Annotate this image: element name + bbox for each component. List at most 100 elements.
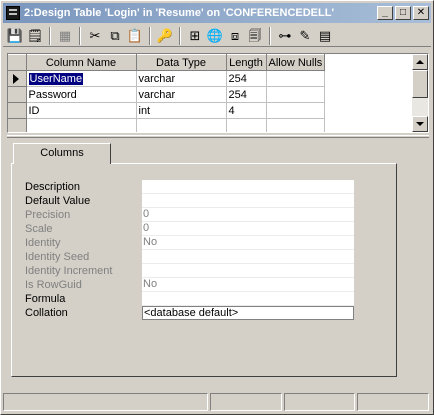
column-header-type[interactable]: Data Type <box>136 54 227 71</box>
property-label: Collation <box>25 307 68 319</box>
save-icon[interactable]: 💾 <box>5 26 25 46</box>
property-row-collation: Collation <database default> <box>25 306 355 320</box>
status-pane <box>357 393 429 411</box>
pane-splitter[interactable] <box>7 135 429 138</box>
close-button[interactable]: ✕ <box>413 6 429 20</box>
toolbar-separator <box>149 26 151 45</box>
copy-icon[interactable]: ⧉ <box>105 26 125 46</box>
formula-field[interactable] <box>142 292 354 306</box>
cut-icon[interactable]: ✂ <box>85 26 105 46</box>
tab-columns[interactable]: Columns <box>13 143 111 164</box>
table-row[interactable]: ID int 4 <box>8 102 326 119</box>
paste-icon[interactable]: 📋 <box>125 26 145 46</box>
toolbar-separator <box>269 26 271 45</box>
property-row-description: Description <box>25 180 355 194</box>
property-label: Precision <box>25 209 71 221</box>
relationships-icon[interactable]: ⊞ <box>185 26 205 46</box>
cell-length[interactable]: 254 <box>226 70 267 87</box>
default-value-field[interactable] <box>142 194 354 208</box>
property-row-formula: Formula <box>25 292 355 306</box>
cell-data-type[interactable]: varchar <box>136 70 227 87</box>
cell-data-type[interactable]: int <box>136 102 227 119</box>
property-label: Identity Increment <box>25 265 113 277</box>
status-pane-main <box>3 393 209 411</box>
description-field[interactable] <box>142 180 354 194</box>
row-selector[interactable] <box>8 70 27 87</box>
property-label: Default Value <box>25 195 91 207</box>
collation-field[interactable]: <database default> <box>142 306 354 320</box>
cell-allow-nulls[interactable] <box>266 70 326 87</box>
scale-field: 0 <box>142 222 354 236</box>
property-label: Formula <box>25 293 66 305</box>
indexes-icon[interactable]: 🌐 <box>205 26 225 46</box>
property-row-identity-increment: Identity Increment <box>25 264 355 278</box>
toolbar-separator <box>79 26 81 45</box>
window-title: 2:Design Table 'Login' in 'Resume' on 'C… <box>24 7 335 19</box>
primary-key-icon[interactable]: 🔑 <box>155 26 175 46</box>
property-row-precision: Precision 0 <box>25 208 355 222</box>
precision-field: 0 <box>142 208 354 222</box>
column-header-name[interactable]: Column Name <box>26 54 137 71</box>
toolbar: 💾 🗒 ▦ ✂ ⧉ 📋 🔑 ⊞ 🌐 ⧈ 🗐 ⊶ ✎ ▤ <box>3 25 431 47</box>
current-row-arrow-icon <box>13 73 19 84</box>
new-table-icon[interactable]: ▦ <box>55 26 75 46</box>
table-row[interactable]: Password varchar 254 <box>8 86 326 103</box>
row-selector[interactable] <box>8 118 27 132</box>
check-constraints-icon[interactable]: ⧈ <box>225 26 245 46</box>
diagram-icon[interactable]: ⊶ <box>275 26 295 46</box>
identity-field: No <box>142 236 354 250</box>
cell-allow-nulls[interactable] <box>266 118 326 132</box>
property-row-identity-seed: Identity Seed <box>25 250 355 264</box>
row-selector[interactable] <box>8 102 27 119</box>
cell-allow-nulls[interactable] <box>266 102 326 119</box>
column-header-allow-nulls[interactable]: Allow Nulls <box>266 54 326 71</box>
cell-column-name[interactable]: UserName <box>26 70 137 87</box>
scroll-up-button[interactable] <box>412 54 428 70</box>
property-label: Scale <box>25 223 53 235</box>
cell-length[interactable]: 4 <box>226 102 267 119</box>
maximize-button[interactable]: □ <box>395 6 411 20</box>
property-label: Identity <box>25 237 61 249</box>
toolbar-separator <box>49 26 51 45</box>
is-rowguid-field: No <box>142 278 354 292</box>
scroll-up-arrow-icon <box>416 60 424 64</box>
table-row-empty[interactable] <box>8 118 326 132</box>
cell-data-type[interactable]: varchar <box>136 86 227 103</box>
property-row-identity: Identity No <box>25 236 355 250</box>
title-bar[interactable]: 2:Design Table 'Login' in 'Resume' on 'C… <box>3 3 431 23</box>
cell-column-name[interactable] <box>26 118 137 132</box>
scroll-down-button[interactable] <box>412 116 428 132</box>
generate-script-icon[interactable]: 🗐 <box>245 26 265 46</box>
cell-column-name[interactable]: ID <box>26 102 137 119</box>
property-row-default-value: Default Value <box>25 194 355 208</box>
cell-data-type[interactable] <box>136 118 227 132</box>
row-selector-header <box>8 54 27 71</box>
row-selector[interactable] <box>8 86 27 103</box>
cell-column-name[interactable]: Password <box>26 86 137 103</box>
property-row-scale: Scale 0 <box>25 222 355 236</box>
column-header-length[interactable]: Length <box>226 54 267 71</box>
manage-triggers-icon[interactable]: ✎ <box>295 26 315 46</box>
properties-icon[interactable]: 🗒 <box>25 26 45 46</box>
design-table-window: 2:Design Table 'Login' in 'Resume' on 'C… <box>0 0 434 415</box>
status-pane <box>210 393 282 411</box>
minimize-button[interactable]: _ <box>377 6 393 20</box>
cell-length[interactable]: 254 <box>226 86 267 103</box>
scroll-down-arrow-icon <box>416 122 424 126</box>
property-label: Description <box>25 181 81 193</box>
column-properties-list: Description Default Value Precision 0 Sc… <box>25 180 355 320</box>
status-pane <box>283 393 356 411</box>
column-grid: Column Name Data Type Length Allow Nulls… <box>7 53 429 133</box>
scroll-thumb[interactable] <box>412 70 428 98</box>
design-table-icon <box>6 6 20 20</box>
status-bar <box>3 393 431 413</box>
table-view-icon[interactable]: ▤ <box>315 26 335 46</box>
property-label: Identity Seed <box>25 251 90 263</box>
identity-seed-field <box>142 250 354 264</box>
grid-vertical-scrollbar[interactable] <box>412 54 428 132</box>
cell-allow-nulls[interactable] <box>266 86 326 103</box>
identity-increment-field <box>142 264 354 278</box>
table-row[interactable]: UserName varchar 254 <box>8 70 326 87</box>
cell-length[interactable] <box>226 118 267 132</box>
property-row-is-rowguid: Is RowGuid No <box>25 278 355 292</box>
